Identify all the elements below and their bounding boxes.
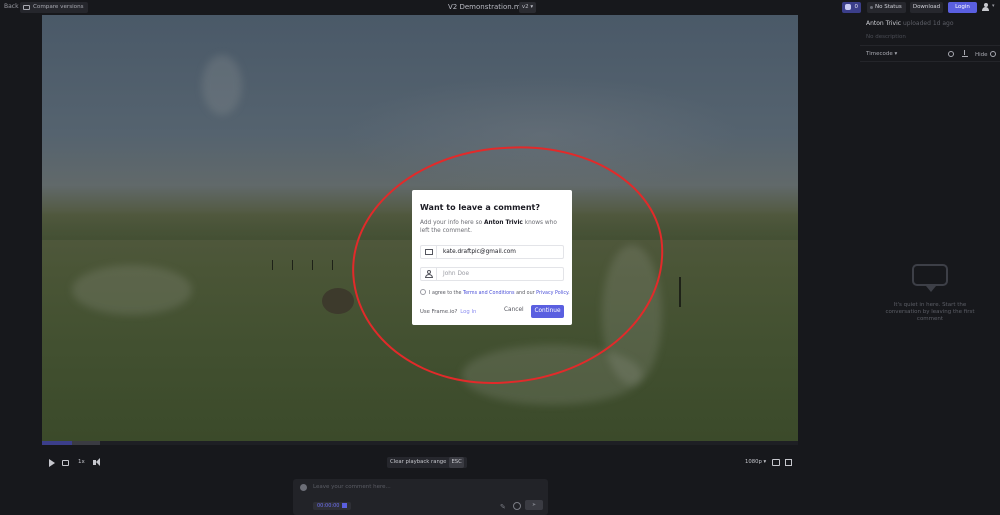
sort-dropdown[interactable]: Timecode ▾ — [866, 51, 897, 57]
privacy-link[interactable]: Privacy Policy — [536, 291, 568, 296]
checkbox-icon — [342, 503, 348, 508]
draw-icon[interactable]: ✎ — [500, 503, 506, 511]
terms-agreement: I agree to the Terms and Conditions and … — [420, 289, 570, 296]
quality-dropdown[interactable]: 1080p ▾ — [745, 459, 766, 465]
play-icon[interactable] — [49, 459, 55, 467]
dialog-title: Want to leave a comment? — [420, 203, 541, 212]
video-frame-fence-post — [679, 277, 681, 307]
captions-icon[interactable] — [772, 459, 780, 466]
esc-key-badge: ESC — [449, 457, 464, 468]
hide-comments-button[interactable]: Hide — [975, 51, 996, 58]
timestamp-value: 00:00:00 — [317, 503, 340, 509]
emoji-icon[interactable] — [513, 502, 521, 510]
avatar-caret-icon[interactable]: ▾ — [992, 3, 995, 9]
commenter-avatar — [300, 484, 307, 491]
agree-checkbox[interactable] — [420, 289, 426, 295]
uploader-info: Anton Trivic uploaded 1d ago — [866, 20, 954, 27]
clear-range-label: Clear playback range — [390, 459, 447, 465]
status-dropdown[interactable]: No Status ▾ — [867, 2, 906, 21]
scrubber-progress — [42, 441, 72, 445]
loop-icon[interactable] — [62, 460, 69, 466]
login-button[interactable]: Login — [948, 2, 977, 13]
player-controls: 1x Clear playback range ESC 1080p ▾ — [42, 455, 798, 471]
hide-icon — [989, 51, 996, 57]
comment-icon — [845, 4, 851, 10]
divider — [860, 45, 1000, 46]
email-value: kate.draftpic@gmail.com — [443, 249, 516, 255]
comments-panel: Anton Trivic uploaded 1d ago No descript… — [860, 15, 1000, 515]
comment-count: 0 — [854, 4, 859, 10]
empty-comments-message: It's quiet in here. Start the conversati… — [885, 302, 975, 322]
compare-versions-button[interactable]: Compare versions — [20, 2, 88, 13]
search-icon[interactable] — [948, 51, 954, 57]
divider — [860, 61, 1000, 62]
playback-speed[interactable]: 1x — [78, 459, 85, 465]
file-title: V2 Demonstration.mov — [448, 3, 530, 11]
terms-link[interactable]: Terms and Conditions — [463, 291, 515, 296]
name-field[interactable]: John Doe — [420, 267, 564, 281]
cancel-button[interactable]: Cancel — [504, 307, 524, 313]
video-frame-fence-post — [312, 260, 313, 270]
clear-playback-range-button[interactable]: Clear playback range ESC — [387, 457, 467, 468]
upload-time: uploaded 1d ago — [901, 20, 954, 27]
comment-input[interactable]: Leave your comment here... — [313, 484, 513, 490]
playback-scrubber[interactable] — [42, 441, 798, 445]
uploader-name: Anton Trivic — [866, 20, 902, 27]
file-description: No description — [866, 34, 906, 40]
send-button[interactable]: ➤ — [525, 500, 543, 510]
video-frame-blur — [202, 55, 242, 115]
dialog-description: Add your info here so Anton Trivic knows… — [420, 220, 557, 234]
envelope-icon — [425, 249, 433, 255]
video-frame-blur — [72, 265, 192, 315]
status-dot-icon — [870, 6, 873, 9]
compare-versions-label: Compare versions — [33, 4, 84, 10]
download-button[interactable]: Download — [910, 2, 943, 13]
fullscreen-icon[interactable] — [785, 459, 792, 466]
leave-comment-dialog: Want to leave a comment? Add your info h… — [412, 190, 572, 325]
video-frame-hay-bale — [322, 288, 354, 314]
video-frame-fence-post — [292, 260, 293, 270]
name-placeholder: John Doe — [443, 271, 470, 277]
user-avatar-icon[interactable] — [982, 3, 989, 11]
back-button[interactable]: Back — [4, 3, 19, 10]
video-frame-fence-post — [332, 260, 333, 270]
comment-count-button[interactable]: 0 — [842, 2, 861, 13]
use-frameio-prompt: Use Frame.io? Log In — [420, 309, 477, 315]
comment-composer: Leave your comment here... 00:00:00 ✎ ➤ — [293, 479, 548, 515]
video-frame-fence-post — [272, 260, 273, 270]
version-dropdown[interactable]: v2 ▾ — [519, 2, 536, 13]
hide-label: Hide — [975, 52, 988, 58]
empty-comments-icon — [912, 264, 948, 292]
owner-name: Anton Trivic — [483, 220, 523, 226]
download-comments-icon[interactable] — [962, 50, 968, 57]
volume-icon[interactable] — [93, 458, 100, 466]
top-bar: Back Compare versions V2 Demonstration.m… — [0, 0, 860, 15]
log-in-link[interactable]: Log In — [460, 309, 476, 315]
compare-icon — [23, 5, 30, 10]
timestamp-toggle[interactable]: 00:00:00 — [313, 502, 352, 510]
email-field[interactable]: kate.draftpic@gmail.com — [420, 245, 564, 259]
continue-button[interactable]: Continue — [531, 305, 564, 318]
